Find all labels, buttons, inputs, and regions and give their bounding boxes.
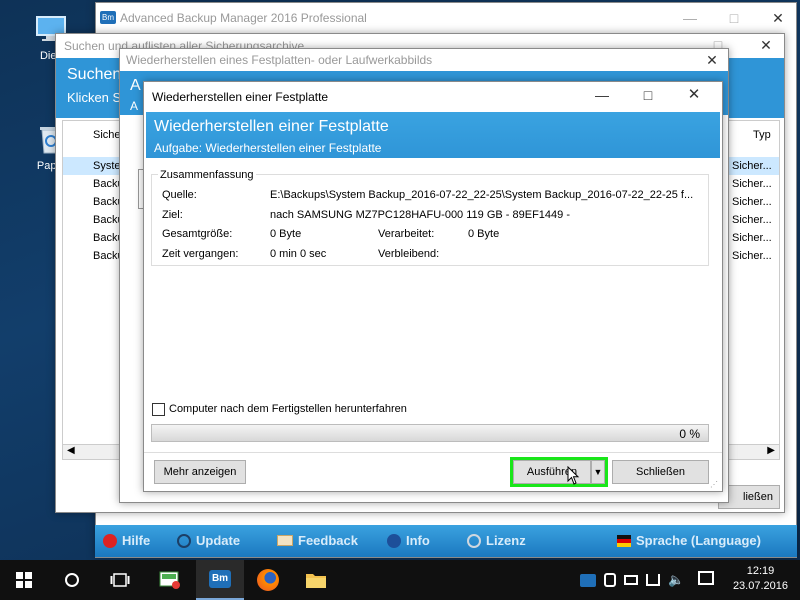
target-value: nach SAMSUNG MZ7PC128HAFU-000 119 GB - 8… bbox=[270, 209, 570, 221]
close-icon[interactable]: ✕ bbox=[768, 9, 788, 27]
dialog-header-task: Aufgabe: Wiederherstellen einer Festplat… bbox=[154, 141, 382, 155]
bm-app-icon: Bm bbox=[209, 570, 231, 588]
total-size-value: 0 Byte bbox=[270, 228, 302, 240]
archive-list-right: Typ Sicher... Sicher... Sicher... Sicher… bbox=[720, 120, 780, 450]
license-link[interactable]: Lizenz bbox=[467, 533, 526, 548]
maximize-icon[interactable]: □ bbox=[638, 86, 658, 104]
clock-date: 23.07.2016 bbox=[732, 580, 788, 592]
total-size-label: Gesamtgröße: bbox=[162, 228, 233, 240]
taskbar-app-firefox[interactable] bbox=[244, 560, 292, 600]
resize-grip-icon[interactable]: ⋰ bbox=[710, 480, 718, 489]
update-link[interactable]: Update bbox=[177, 533, 240, 548]
task-view-button[interactable] bbox=[96, 560, 144, 600]
help-link[interactable]: Hilfe bbox=[103, 533, 150, 548]
progress-bar: 0 % bbox=[151, 424, 709, 442]
help-icon bbox=[103, 533, 117, 548]
folder-icon bbox=[306, 574, 326, 588]
main-bottom-bar: Hilfe Update Feedback Info Lizenz Sprach… bbox=[95, 525, 797, 557]
processed-value: 0 Byte bbox=[468, 228, 500, 240]
task-view-icon bbox=[110, 573, 130, 587]
taskbar: Bm 🔈 12:19 23.07.2016 bbox=[0, 560, 800, 600]
target-label: Ziel: bbox=[162, 209, 183, 221]
feedback-link[interactable]: Feedback bbox=[277, 533, 358, 548]
main-window-titlebar[interactable]: Bm Advanced Backup Manager 2016 Professi… bbox=[96, 3, 796, 33]
tray-device-icon[interactable] bbox=[604, 573, 616, 587]
shutdown-checkbox[interactable] bbox=[152, 402, 165, 416]
search-taskbar-button[interactable] bbox=[48, 560, 96, 600]
action-center-icon[interactable] bbox=[698, 571, 714, 585]
info-icon bbox=[387, 533, 401, 548]
tray-bm-icon[interactable] bbox=[580, 573, 596, 587]
language-label: Sprache (Language) bbox=[636, 533, 761, 548]
backup-app-icon bbox=[159, 571, 180, 589]
search-header-title: Suchen bbox=[67, 66, 122, 83]
elapsed-value: 0 min 0 sec bbox=[270, 248, 327, 260]
shutdown-checkbox-label: Computer nach dem Fertigstellen herunter… bbox=[169, 403, 407, 415]
minimize-icon[interactable]: — bbox=[680, 9, 700, 27]
search-header-subtitle: Klicken S bbox=[67, 90, 122, 105]
main-window-title: Advanced Backup Manager 2016 Professiona… bbox=[120, 11, 367, 25]
start-button[interactable] bbox=[0, 560, 48, 600]
minimize-icon[interactable]: — bbox=[592, 86, 612, 104]
source-label: Quelle: bbox=[162, 189, 197, 201]
dialog-title: Wiederherstellen einer Festplatte bbox=[152, 90, 329, 104]
caret-down-icon: ▼ bbox=[593, 467, 603, 477]
restore-image-header-a1: A bbox=[130, 77, 141, 94]
restore-image-titlebar[interactable]: Wiederherstellen eines Festplatten- oder… bbox=[120, 49, 728, 71]
license-label: Lizenz bbox=[486, 533, 526, 548]
summary-group: Zusammenfassung Quelle: E:\Backups\Syste… bbox=[151, 169, 709, 266]
info-link[interactable]: Info bbox=[387, 533, 430, 548]
cortana-icon bbox=[65, 573, 79, 587]
clock-time: 12:19 bbox=[746, 565, 775, 577]
taskbar-app-explorer[interactable] bbox=[292, 560, 340, 600]
summary-legend: Zusammenfassung bbox=[158, 169, 256, 181]
dialog-header: Wiederherstellen einer Festplatte Aufgab… bbox=[146, 112, 720, 158]
elapsed-label: Zeit vergangen: bbox=[162, 248, 239, 260]
update-label: Update bbox=[196, 533, 241, 548]
show-more-button[interactable]: Mehr anzeigen bbox=[154, 460, 246, 484]
chevron-left-icon[interactable]: ◀ bbox=[67, 445, 75, 456]
restore-image-title: Wiederherstellen eines Festplatten- oder… bbox=[126, 53, 433, 67]
update-icon bbox=[177, 533, 191, 548]
help-label: Hilfe bbox=[122, 533, 151, 548]
close-icon[interactable]: ✕ bbox=[702, 51, 722, 69]
dialog-header-title: Wiederherstellen einer Festplatte bbox=[154, 118, 389, 135]
chevron-right-icon[interactable]: ▶ bbox=[767, 445, 775, 456]
maximize-icon[interactable]: □ bbox=[724, 9, 744, 27]
close-icon[interactable]: ✕ bbox=[756, 36, 776, 54]
german-flag-icon bbox=[617, 534, 631, 547]
processed-label: Verarbeitet: bbox=[378, 228, 435, 240]
feedback-label: Feedback bbox=[298, 533, 358, 548]
progress-text: 0 % bbox=[679, 427, 700, 441]
dialog-titlebar[interactable]: Wiederherstellen einer Festplatte — □ ✕ bbox=[144, 82, 722, 110]
volume-icon[interactable]: 🔈 bbox=[668, 572, 684, 588]
language-link[interactable]: Sprache (Language) bbox=[617, 533, 761, 548]
source-value: E:\Backups\System Backup_2016-07-22_22-2… bbox=[270, 189, 694, 201]
app-logo-icon: Bm bbox=[100, 11, 116, 24]
restore-disk-dialog: Wiederherstellen einer Festplatte — □ ✕ … bbox=[143, 81, 723, 492]
mouse-cursor-icon bbox=[567, 466, 580, 485]
remaining-label: Verbleibend: bbox=[378, 248, 440, 260]
info-label: Info bbox=[406, 533, 430, 548]
dialog-close-button[interactable]: Schließen bbox=[612, 460, 709, 484]
taskbar-clock[interactable]: 12:19 23.07.2016 bbox=[733, 564, 788, 594]
taskbar-app-backup-restore[interactable] bbox=[146, 560, 194, 600]
firefox-icon bbox=[257, 569, 279, 591]
horizontal-scrollbar-right[interactable]: ▶ bbox=[720, 444, 780, 460]
shutdown-checkbox-row[interactable]: Computer nach dem Fertigstellen herunter… bbox=[152, 401, 407, 417]
restore-image-header-a2: A bbox=[130, 99, 139, 113]
battery-icon[interactable] bbox=[624, 575, 638, 585]
footer-divider bbox=[144, 452, 722, 453]
key-icon bbox=[467, 533, 481, 548]
taskbar-app-backup-manager[interactable]: Bm bbox=[196, 560, 244, 600]
network-icon[interactable] bbox=[646, 574, 660, 586]
windows-logo-icon bbox=[16, 572, 32, 588]
system-tray: 🔈 bbox=[580, 572, 684, 588]
execute-dropdown[interactable]: ▼ bbox=[591, 460, 605, 484]
mail-icon bbox=[277, 535, 293, 546]
execute-highlight: Ausführen ▼ bbox=[510, 457, 608, 487]
close-icon[interactable]: ✕ bbox=[684, 86, 704, 104]
